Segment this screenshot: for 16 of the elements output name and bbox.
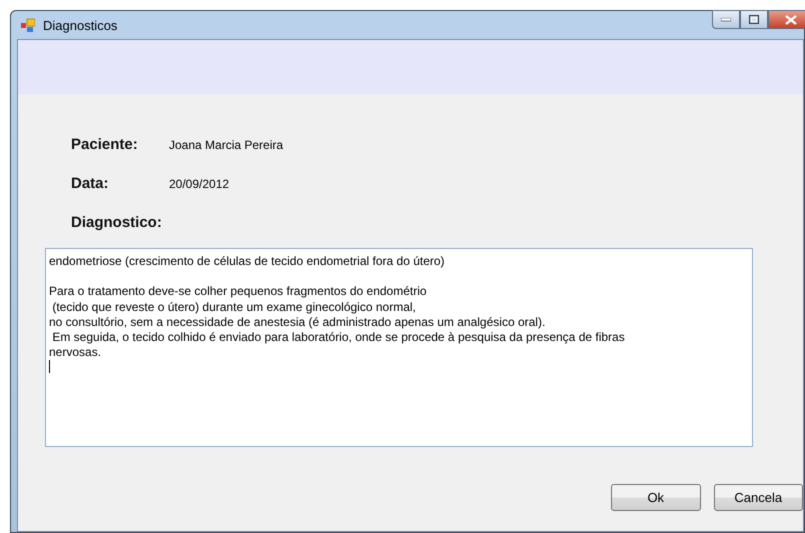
minimize-icon <box>721 18 731 22</box>
maximize-icon <box>749 15 759 24</box>
app-icon <box>21 18 35 32</box>
window-title: Diagnosticos <box>43 18 118 32</box>
minimize-button[interactable] <box>712 10 740 29</box>
dialog-button[interactable]: Ok <box>611 484 700 511</box>
close-button[interactable] <box>768 10 805 29</box>
field-label: Diagnostico: <box>71 214 163 231</box>
field-value: 20/09/2012 <box>169 177 230 191</box>
maximize-button[interactable] <box>740 10 768 29</box>
field-label: Data: <box>71 175 110 192</box>
field-value: Joana Marcia Pereira <box>169 138 284 152</box>
close-icon <box>785 14 797 24</box>
dialog-button[interactable]: Cancela <box>714 484 803 511</box>
field-label: Paciente: <box>71 136 139 153</box>
diagnosis-text-field[interactable]: endometriose (crescimento de células de tecido endometrial fora do útero) Para o tratamento deve-se colher pequenos fragmentos do endométrio (tecido que reveste o útero) durante um exame ginecológico normal, no consultório, sem a necessidade de anestesia (é administrado apenas um analgésico oral). Em seguida, o tecido colhido é enviado para laboratório, onde se procede à pesquisa da presença de fibras nervosas. <box>45 248 753 447</box>
